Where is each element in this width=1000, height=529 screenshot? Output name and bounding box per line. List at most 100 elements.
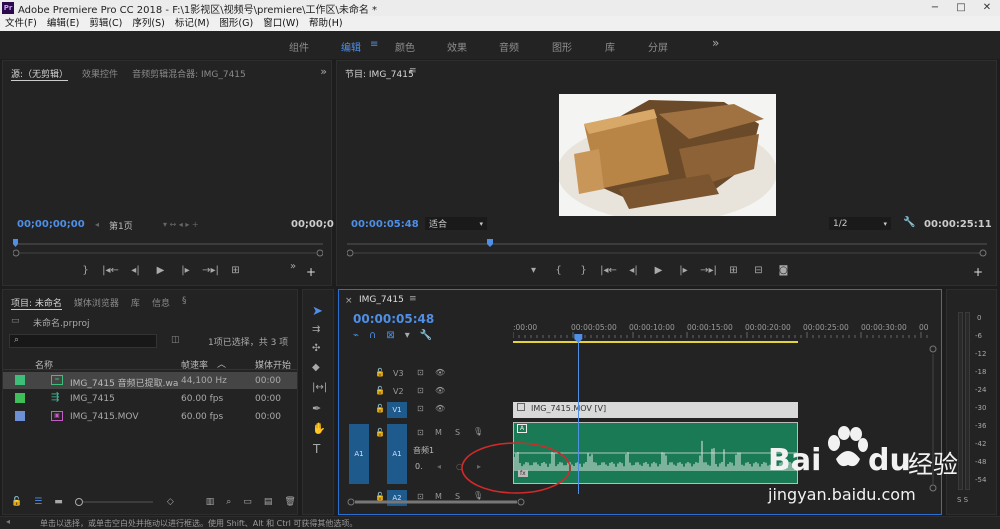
play-icon[interactable]: ▶ — [646, 265, 671, 276]
project-search-input[interactable]: ⌕ — [9, 334, 157, 348]
timeline-menu-icon[interactable]: ≡ — [409, 294, 417, 304]
insert-icon[interactable]: ⊞ — [223, 265, 248, 276]
workspace-effects[interactable]: 效果 — [447, 39, 467, 54]
wrench-icon[interactable]: 🔧 — [903, 217, 915, 228]
tab-media-browser[interactable]: 媒体浏览器 — [74, 296, 119, 310]
sync-lock-icon[interactable]: ⊡ — [417, 386, 424, 395]
tab-more[interactable]: § — [182, 296, 187, 310]
mark-in-icon[interactable]: } — [73, 265, 98, 276]
resolution-dropdown[interactable]: 1/2 ▾ — [829, 217, 891, 230]
close-button[interactable]: ✕ — [974, 0, 1000, 16]
fit-dropdown[interactable]: 适合 ▾ — [425, 217, 487, 230]
workspace-graphics[interactable]: 图形 — [552, 39, 572, 54]
menu-marker[interactable]: 标记(M) — [170, 16, 215, 31]
track-target-a1[interactable]: A1 — [387, 424, 407, 484]
program-zoom-bar[interactable] — [346, 249, 987, 257]
pen-tool-icon[interactable]: ✒ — [312, 402, 321, 415]
menu-window[interactable]: 窗口(W) — [258, 16, 304, 31]
step-forward-icon[interactable]: |▸ — [671, 265, 696, 276]
workspace-assembly[interactable]: 组件 — [289, 39, 309, 54]
tab-project[interactable]: 项目: 未命名 — [11, 296, 62, 310]
sync-lock-icon[interactable]: ⊡ — [417, 368, 424, 377]
column-frame-rate[interactable]: 帧速率 — [181, 358, 208, 371]
sort-ascending-icon[interactable]: ︿ — [217, 357, 226, 370]
razor-tool-icon[interactable]: ◆ — [312, 362, 320, 373]
type-tool-icon[interactable]: T — [313, 442, 320, 456]
mark-in-icon[interactable]: { — [546, 265, 571, 276]
lock-icon[interactable]: 🔓 — [11, 497, 22, 507]
program-timecode[interactable]: 00:00:05:48 — [351, 219, 419, 230]
playhead-line[interactable] — [578, 334, 579, 494]
tab-source[interactable]: 源:（无剪辑） — [11, 67, 69, 81]
step-back-icon[interactable]: ◂| — [123, 265, 148, 276]
program-add-button-icon[interactable]: + — [973, 265, 983, 279]
ripple-edit-tool-icon[interactable]: ✣ — [312, 343, 320, 354]
workspace-color[interactable]: 颜色 — [395, 39, 415, 54]
tab-audio-clip-mixer[interactable]: 音频剪辑混合器: IMG_7415 — [132, 67, 246, 81]
minimize-button[interactable]: − — [922, 0, 948, 16]
solo-button[interactable]: S — [455, 428, 460, 437]
sync-lock-icon[interactable]: ⊡ — [417, 404, 424, 413]
selection-tool-icon[interactable]: ➤ — [312, 304, 323, 319]
list-view-icon[interactable]: ☰ — [34, 497, 42, 507]
eye-icon[interactable]: 👁 — [435, 386, 445, 395]
menu-file[interactable]: 文件(F) — [0, 16, 42, 31]
step-back-icon[interactable]: ◂| — [621, 265, 646, 276]
program-scrubber[interactable] — [347, 239, 987, 249]
column-name[interactable]: 名称 — [35, 358, 53, 371]
menu-clip[interactable]: 剪辑(C) — [84, 16, 127, 31]
lock-icon[interactable]: 🔓 — [375, 428, 385, 437]
source-zoom-bar[interactable] — [12, 249, 324, 257]
hand-tool-icon[interactable]: ✋ — [312, 422, 326, 435]
sort-icon[interactable]: ◇ — [167, 497, 174, 507]
menu-edit[interactable]: 编辑(E) — [42, 16, 84, 31]
source-overflow-icon[interactable]: » — [320, 65, 327, 78]
track-name[interactable]: V2 — [393, 387, 404, 396]
workspace-split[interactable]: 分屏 — [648, 39, 668, 54]
icon-view-icon[interactable]: ▬ — [54, 497, 63, 507]
source-page-select[interactable]: 第1页 — [109, 219, 133, 232]
eye-icon[interactable]: 👁 — [435, 368, 445, 377]
track-target-v1[interactable]: V1 — [387, 402, 407, 418]
source-add-button-icon[interactable]: + — [306, 265, 316, 279]
play-icon[interactable]: ▶ — [148, 265, 173, 276]
track-select-tool-icon[interactable]: ⇉ — [312, 324, 320, 335]
new-item-icon[interactable]: ▤ — [264, 497, 273, 507]
lift-icon[interactable]: ⊞ — [721, 265, 746, 276]
lock-icon[interactable]: 🔓 — [375, 368, 385, 377]
table-row[interactable]: ⇶ IMG_7415 60.00 fps 00:00 — [3, 390, 297, 407]
new-bin-icon[interactable]: ▭ — [243, 497, 252, 507]
eye-icon[interactable]: 👁 — [435, 404, 445, 413]
menu-help[interactable]: 帮助(H) — [304, 16, 348, 31]
source-patch-a1[interactable]: A1 — [349, 424, 369, 484]
zoom-slider[interactable] — [74, 498, 155, 506]
program-title[interactable]: 节目: IMG_7415 — [345, 67, 414, 80]
workspace-menu-icon[interactable]: ≡ — [370, 39, 378, 50]
automate-icon[interactable]: ▥ — [206, 497, 215, 507]
tab-libraries[interactable]: 库 — [131, 296, 140, 310]
sequence-tab[interactable]: IMG_7415 — [359, 295, 404, 305]
bin-icon[interactable]: ◫ — [171, 335, 180, 345]
nest-icon[interactable]: ⌁ — [353, 330, 359, 341]
tab-effect-controls[interactable]: 效果控件 — [82, 67, 118, 81]
goto-in-icon[interactable]: |◂← — [98, 265, 123, 276]
workspace-libraries[interactable]: 库 — [605, 39, 615, 54]
program-menu-icon[interactable]: ≡ — [409, 66, 417, 76]
source-scrubber[interactable] — [13, 239, 323, 249]
video-clip[interactable]: IMG_7415.MOV [V] — [513, 402, 798, 418]
timeline-timecode[interactable]: 00:00:05:48 — [353, 312, 434, 326]
source-timecode[interactable]: 00;00;00;00 — [17, 219, 85, 230]
table-row[interactable]: ≈ IMG_7415 音频已提取.wa 44,100 Hz 00:00 — [3, 372, 297, 389]
track-name[interactable]: V3 — [393, 369, 404, 378]
snap-icon[interactable]: ∩ — [369, 330, 376, 341]
source-more-icon[interactable]: » — [290, 261, 296, 272]
delete-icon[interactable]: 🗑 — [284, 497, 295, 507]
microphone-icon[interactable]: 🎙 — [473, 427, 483, 436]
workspace-audio[interactable]: 音频 — [499, 39, 519, 54]
timeline-close-icon[interactable]: × — [345, 296, 353, 306]
table-row[interactable]: ▣ IMG_7415.MOV 60.00 fps 00:00 — [3, 408, 297, 425]
extract-icon[interactable]: ⊟ — [746, 265, 771, 276]
lock-icon[interactable]: 🔓 — [375, 386, 385, 395]
source-nav-right-icon[interactable]: ▾ ↔ ◂ ▸ + — [163, 220, 199, 229]
lock-icon[interactable]: 🔓 — [375, 404, 385, 413]
